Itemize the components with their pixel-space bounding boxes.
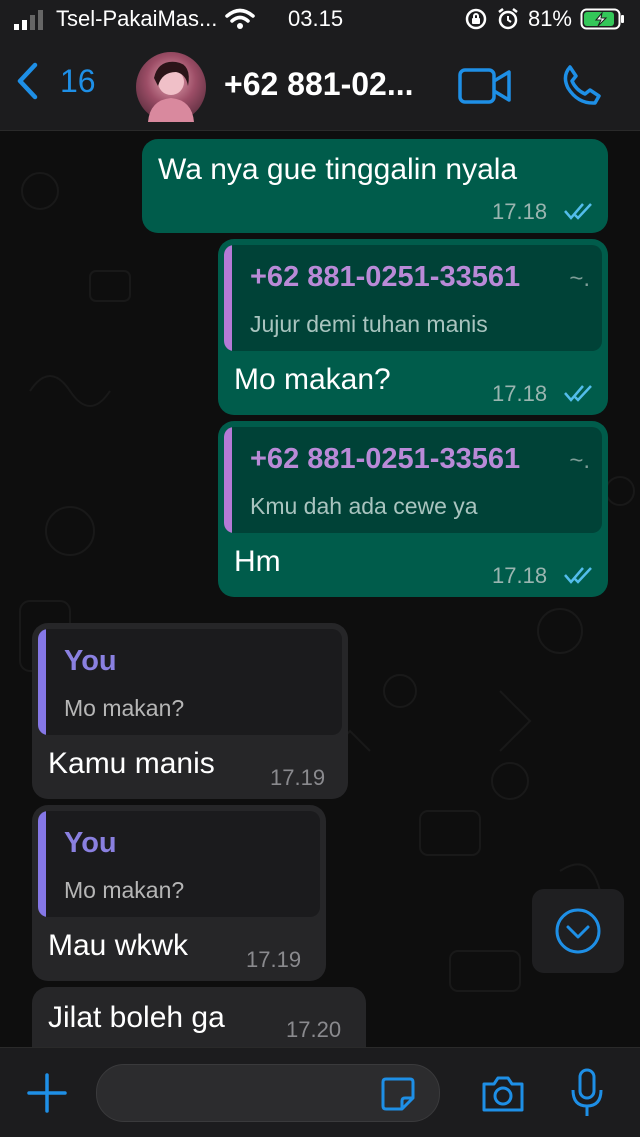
camera-icon[interactable] — [480, 1074, 526, 1114]
unread-count: 16 — [60, 62, 96, 99]
message-text: Wa nya gue tinggalin nyala — [158, 153, 518, 186]
quote-text: Mo makan? — [64, 877, 185, 903]
status-time: 03.15 — [288, 6, 344, 31]
double-check-icon — [564, 203, 592, 220]
plus-icon[interactable] — [26, 1072, 68, 1114]
quote-author: You — [64, 827, 117, 859]
back-button[interactable]: 16 — [16, 62, 96, 100]
message-text: Mau wkwk — [48, 929, 189, 962]
quote-author: +62 881-0251-33561 — [250, 261, 521, 293]
scroll-to-bottom-button[interactable] — [532, 889, 624, 973]
quote-bar — [224, 427, 232, 533]
double-check-icon — [564, 567, 592, 584]
message-time: 17.19 — [270, 765, 326, 790]
signal-icon — [14, 10, 43, 30]
message-text: Jilat boleh ga — [48, 1001, 225, 1034]
quoted-message[interactable]: +62 881-0251-33561 ~. Kmu dah ada cewe y… — [224, 427, 602, 533]
chat-header: 16 +62 881-02... — [0, 40, 640, 131]
rotation-lock-icon — [465, 8, 487, 30]
double-check-icon — [564, 385, 592, 402]
incoming-message[interactable]: Jilat boleh ga 17.20 — [32, 987, 366, 1047]
quote-text: Mo makan? — [64, 695, 185, 721]
quote-text: Kmu dah ada cewe ya — [250, 493, 478, 519]
quote-author-suffix: ~. — [569, 265, 590, 292]
message-text: Hm — [234, 545, 281, 578]
message-time: 17.20 — [286, 1017, 342, 1042]
quote-author: You — [64, 645, 117, 677]
message-time: 17.18 — [492, 199, 548, 224]
message-time: 17.18 — [492, 563, 548, 588]
quote-author-suffix: ~. — [569, 447, 590, 474]
outgoing-reply-message[interactable]: +62 881-0251-33561 ~. Kmu dah ada cewe y… — [218, 421, 608, 597]
status-right: 81% — [464, 6, 626, 32]
message-time: 17.18 — [492, 381, 548, 406]
quote-bar — [224, 245, 232, 351]
quote-text: Jujur demi tuhan manis — [250, 311, 488, 337]
carrier-name: Tsel-PakaiMas... — [56, 6, 218, 31]
message-composer — [0, 1047, 640, 1137]
phone-icon[interactable] — [560, 64, 602, 106]
avatar-image — [148, 61, 194, 122]
wifi-icon — [225, 8, 256, 29]
message-text: Kamu manis — [48, 747, 215, 780]
incoming-reply-message[interactable]: You Mo makan? Kamu manis 17.19 — [32, 623, 348, 799]
battery-percentage: 81% — [527, 6, 572, 31]
contact-avatar[interactable] — [136, 52, 206, 122]
microphone-icon[interactable] — [570, 1068, 604, 1118]
battery-icon — [580, 8, 624, 30]
contact-name[interactable]: +62 881-02... — [224, 66, 434, 103]
quoted-message[interactable]: +62 881-0251-33561 ~. Jujur demi tuhan m… — [224, 245, 602, 351]
back-chevron-icon — [17, 62, 38, 100]
status-bar: Tsel-PakaiMas... 03.15 81% — [0, 0, 640, 40]
outgoing-message[interactable]: Wa nya gue tinggalin nyala 17.18 — [142, 139, 608, 233]
scroll-down-icon — [555, 908, 601, 954]
sticker-icon[interactable] — [380, 1076, 416, 1112]
alarm-icon — [498, 8, 518, 30]
quote-bar — [38, 629, 46, 735]
message-time: 17.19 — [246, 947, 302, 972]
outgoing-reply-message[interactable]: +62 881-0251-33561 ~. Jujur demi tuhan m… — [218, 239, 608, 415]
quote-bar — [38, 811, 46, 917]
quoted-message[interactable]: You Mo makan? — [38, 629, 342, 735]
message-list[interactable]: Wa nya gue tinggalin nyala 17.18 +62 881… — [0, 131, 640, 1047]
video-call-icon[interactable] — [458, 68, 512, 104]
incoming-reply-message[interactable]: You Mo makan? Mau wkwk 17.19 — [32, 805, 326, 981]
quoted-message[interactable]: You Mo makan? — [38, 811, 320, 917]
status-left: Tsel-PakaiMas... — [14, 6, 256, 32]
message-text: Mo makan? — [234, 363, 391, 396]
quote-author: +62 881-0251-33561 — [250, 443, 521, 475]
